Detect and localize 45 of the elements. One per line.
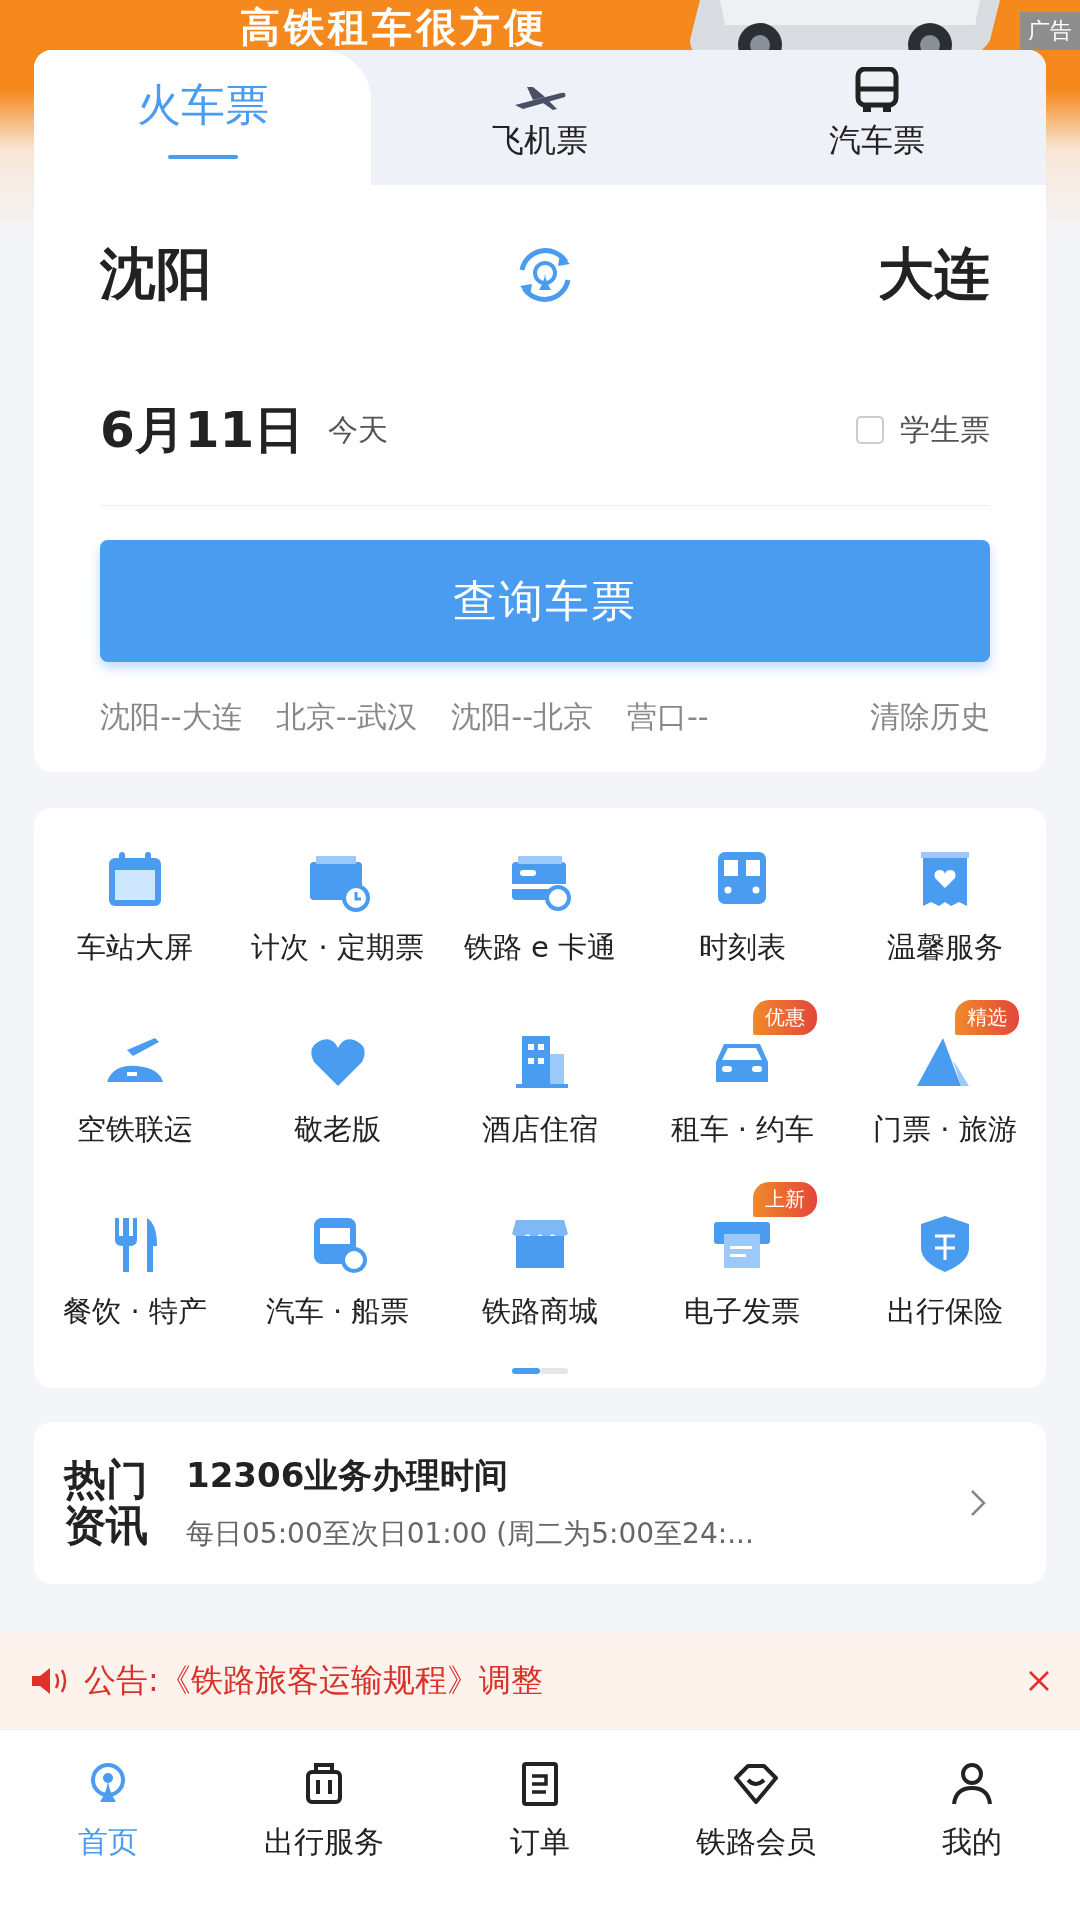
news-title: 12306业务办理时间 xyxy=(186,1454,510,1497)
service-item[interactable]: 温馨服务 xyxy=(843,818,1046,968)
arrival-city[interactable]: 大连 xyxy=(878,237,990,313)
promo-badge: 上新 xyxy=(752,1182,817,1217)
nav-tab[interactable]: 订单 xyxy=(432,1730,648,1920)
service-item[interactable]: 铁路商城 xyxy=(438,1182,642,1332)
history-route[interactable]: 沈阳--北京 xyxy=(451,696,593,738)
ad-label: 广告 xyxy=(1020,12,1080,50)
ticket-tab[interactable]: 汽车票 xyxy=(708,50,1046,185)
day-label: 今天 xyxy=(328,410,389,449)
notice-text[interactable]: 公告:《铁路旅客运输规程》调整 xyxy=(84,1659,543,1703)
history-route[interactable]: 北京--武汉 xyxy=(275,696,418,738)
nav-tab[interactable]: 铁路会员 xyxy=(648,1730,864,1920)
service-item[interactable]: 时刻表 xyxy=(641,818,844,968)
service-item[interactable]: 上新 电子发票 xyxy=(641,1182,844,1332)
promo-badge: 精选 xyxy=(954,1000,1019,1035)
service-item[interactable]: 铁路 e 卡通 xyxy=(438,818,642,968)
checkbox[interactable] xyxy=(856,416,884,444)
service-item[interactable]: 敬老版 xyxy=(236,1000,439,1150)
service-item[interactable]: 出行保险 xyxy=(843,1182,1046,1332)
service-item[interactable]: 车站大屏 xyxy=(34,818,237,968)
departure-city[interactable]: 沈阳 xyxy=(100,237,212,313)
bus-icon xyxy=(855,67,900,113)
close-icon[interactable] xyxy=(1028,1670,1050,1692)
service-item[interactable]: 计次 · 定期票 xyxy=(236,818,439,968)
news-summary: 每日05:00至次日01:00 (周二为5:00至24:... xyxy=(186,1516,755,1552)
banner-headline: 高铁租车很方便 xyxy=(240,3,548,52)
history-route[interactable]: 沈阳--大连 xyxy=(100,696,242,738)
news-logo: 热门资讯 xyxy=(64,1456,148,1550)
nav-tab[interactable]: 我的 xyxy=(864,1730,1080,1920)
clear-history-link[interactable]: 清除历史 xyxy=(870,696,990,738)
nav-tab[interactable]: 出行服务 xyxy=(216,1730,432,1920)
student-ticket-label[interactable]: 学生票 xyxy=(900,409,990,451)
news-card[interactable]: 热门资讯 12306业务办理时间 每日05:00至次日01:00 (周二为5:00至24:... xyxy=(34,1422,1046,1584)
service-item[interactable]: 精选 门票 · 旅游 xyxy=(843,1000,1046,1150)
travel-date[interactable]: 6月11日 xyxy=(100,396,305,464)
service-item[interactable]: 酒店住宿 xyxy=(438,1000,642,1150)
chevron-right-icon xyxy=(970,1489,986,1517)
ticket-tab[interactable]: 飞机票 xyxy=(371,50,709,185)
service-item[interactable]: 餐饮 · 特产 xyxy=(34,1182,237,1332)
service-item[interactable]: 汽车 · 船票 xyxy=(236,1182,439,1332)
history-route[interactable]: 营口-- xyxy=(626,696,709,738)
service-item[interactable]: 空铁联运 xyxy=(34,1000,237,1150)
promo-badge: 优惠 xyxy=(752,1000,817,1035)
service-item[interactable]: 优惠 租车 · 约车 xyxy=(641,1000,844,1150)
